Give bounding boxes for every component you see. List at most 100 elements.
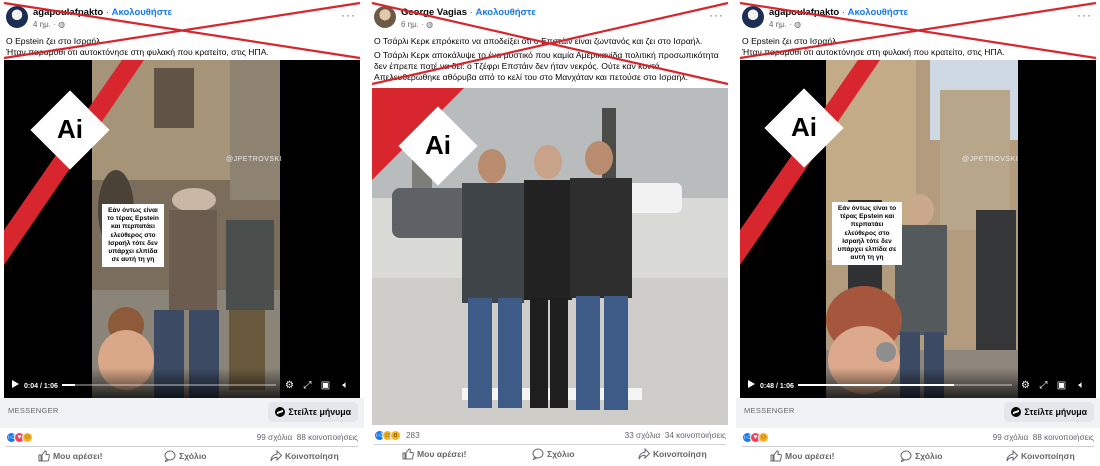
settings-icon[interactable]: ⚙ xyxy=(1020,380,1031,391)
volume-icon[interactable]: 🔈︎ xyxy=(340,380,351,391)
share-icon xyxy=(1006,450,1018,462)
like-label: Μου αρέσει! xyxy=(53,451,103,461)
follow-link[interactable]: Ακολουθήστε xyxy=(475,7,535,18)
fullscreen-icon[interactable]: ⤢ xyxy=(1038,380,1049,391)
author-line: agapoulafpakto · Ακολουθήστε xyxy=(33,7,172,18)
haha-reaction-icon[interactable]: ☺ xyxy=(758,432,769,443)
progress-bar[interactable] xyxy=(798,384,1012,386)
play-icon[interactable] xyxy=(12,380,19,388)
messenger-label: MESSENGER xyxy=(8,406,59,415)
caption-line: Ο Epstein ζει στο Ισραήλ. xyxy=(742,36,839,46)
haha-reaction-icon[interactable]: ☺ xyxy=(22,432,33,443)
like-button[interactable]: Μου αρέσει! xyxy=(770,448,834,464)
share-button[interactable]: Κοινοποίηση xyxy=(270,448,339,464)
watermark: @JPETROVSKI xyxy=(226,156,283,163)
reactions-bar: 👍︎ ♥ ☺ 99 σχόλια 88 κοινοποιήσεις xyxy=(0,430,364,446)
comment-icon xyxy=(532,448,544,460)
progress-bar[interactable] xyxy=(62,384,276,386)
caption-line: Ο Τσάρλι Κερκ επρόκειτο να αποδείξει ότι… xyxy=(374,36,703,46)
pip-icon[interactable]: ▣ xyxy=(1056,380,1067,391)
share-count[interactable]: 34 κοινοποιήσεις xyxy=(665,431,726,440)
share-button[interactable]: Κοινοποίηση xyxy=(1006,448,1075,464)
reactions-bar: 👍︎ ♥ ☺ 99 σχόλια 88 κοινοποιήσεις xyxy=(736,430,1100,446)
separator-dot: · xyxy=(105,7,110,18)
globe-icon: ◍ xyxy=(794,20,802,29)
share-icon xyxy=(638,448,650,460)
post-stats[interactable]: 33 σχόλια 34 κοινοποιήσεις xyxy=(625,431,726,440)
post-actions: Μου αρέσει! Σχόλιο Κοινοποίηση xyxy=(368,444,732,464)
video-player[interactable]: Ai @JPETROVSKI Εάν όντως είναι το τέρας … xyxy=(740,60,1096,398)
messenger-row: MESSENGER Στείλτε μήνυμα xyxy=(736,398,1100,428)
author-name[interactable]: agapoulafpakto xyxy=(33,7,103,18)
author-line: agapoulafpakto · Ακολουθήστε xyxy=(769,7,908,18)
send-message-label: Στείλτε μήνυμα xyxy=(1024,407,1087,417)
like-button[interactable]: Μου αρέσει! xyxy=(402,446,466,462)
play-icon[interactable] xyxy=(748,380,755,388)
reaction-count[interactable]: 283 xyxy=(406,431,420,440)
post-time[interactable]: 4 ημ. · ◍ xyxy=(33,20,65,29)
post-stats[interactable]: 99 σχόλια 88 κοινοποιήσεις xyxy=(993,433,1094,442)
caption-line: Ήταν παραμύθι ότι αυτοκτόνησε στη φυλακή… xyxy=(742,47,1005,57)
avatar[interactable] xyxy=(6,6,28,28)
author-line: George Vagias · Ακολουθήστε xyxy=(401,7,536,18)
follow-link[interactable]: Ακολουθήστε xyxy=(112,7,172,18)
globe-icon: ◍ xyxy=(426,20,434,29)
like-label: Μου αρέσει! xyxy=(417,449,467,459)
post-caption: Ο Epstein ζει στο Ισραήλ. Ήταν παραμύθι … xyxy=(742,36,1094,58)
messenger-label: MESSENGER xyxy=(744,406,795,415)
comment-count[interactable]: 99 σχόλια xyxy=(993,433,1029,442)
progress-fill xyxy=(62,384,75,386)
ai-badge-label: Ai xyxy=(425,130,451,160)
send-message-button[interactable]: Στείλτε μήνυμα xyxy=(1004,402,1094,422)
share-count[interactable]: 88 κοινοποιήσεις xyxy=(1033,433,1094,442)
like-label: Μου αρέσει! xyxy=(785,451,835,461)
follow-link[interactable]: Ακολουθήστε xyxy=(848,7,908,18)
caption-line: Ήταν παραμύθι ότι αυτοκτόνησε στη φυλακή… xyxy=(6,47,269,57)
share-count[interactable]: 88 κοινοποιήσεις xyxy=(297,433,358,442)
author-name[interactable]: George Vagias xyxy=(401,7,467,18)
video-player[interactable]: Ai xyxy=(372,88,728,425)
post-stats[interactable]: 99 σχόλια 88 κοινοποιήσεις xyxy=(257,433,358,442)
post-actions: Μου αρέσει! Σχόλιο Κοινοποίηση xyxy=(736,446,1100,466)
separator-dot: · xyxy=(841,7,846,18)
more-options-icon[interactable]: ··· xyxy=(1077,8,1092,22)
author-name[interactable]: agapoulafpakto xyxy=(769,7,839,18)
wow-reaction-icon[interactable]: o xyxy=(390,430,401,441)
avatar[interactable] xyxy=(742,6,764,28)
pip-icon[interactable]: ▣ xyxy=(320,380,331,391)
video-controls: 0:04 / 1:06 ⚙ ⤢ ▣ 🔈︎ xyxy=(4,368,360,398)
facebook-post-1: agapoulafpakto · Ακολουθήστε 4 ημ. · ◍ ·… xyxy=(0,0,364,466)
post-caption: Ο Epstein ζει στο Ισραήλ. Ήταν παραμύθι … xyxy=(6,36,358,58)
share-label: Κοινοποίηση xyxy=(1021,451,1075,461)
video-controls: 0:48 / 1:06 ⚙ ⤢ ▣ 🔈︎ xyxy=(740,368,1096,398)
post-time[interactable]: 4 ημ. · ◍ xyxy=(769,20,801,29)
share-button[interactable]: Κοινοποίηση xyxy=(638,446,707,462)
comment-icon xyxy=(900,450,912,462)
comment-count[interactable]: 99 σχόλια xyxy=(257,433,293,442)
more-options-icon[interactable]: ··· xyxy=(341,8,356,22)
comment-button[interactable]: Σχόλιο xyxy=(900,448,942,464)
post-header: George Vagias · Ακολουθήστε 6 ημ. · ◍ ··… xyxy=(368,0,732,34)
comment-count[interactable]: 33 σχόλια xyxy=(625,431,661,440)
caption-line: Ο Τσάρλι Κερκ αποκάλυψε το ένα μυστικό π… xyxy=(374,50,719,82)
comment-label: Σχόλιο xyxy=(179,451,207,461)
video-player[interactable]: Ai @JPETROVSKI Εάν όντως είναι το τέρας … xyxy=(4,60,360,398)
post-time[interactable]: 6 ημ. · ◍ xyxy=(401,20,433,29)
comment-button[interactable]: Σχόλιο xyxy=(532,446,574,462)
video-text-overlay: Εάν όντως είναι το τέρας Epstein και περ… xyxy=(102,204,164,268)
more-options-icon[interactable]: ··· xyxy=(709,8,724,22)
share-label: Κοινοποίηση xyxy=(285,451,339,461)
comment-icon xyxy=(164,450,176,462)
fullscreen-icon[interactable]: ⤢ xyxy=(302,380,313,391)
send-message-label: Στείλτε μήνυμα xyxy=(288,407,351,417)
share-icon xyxy=(270,450,282,462)
thumbs-up-icon xyxy=(402,448,414,460)
comment-button[interactable]: Σχόλιο xyxy=(164,448,206,464)
settings-icon[interactable]: ⚙ xyxy=(284,380,295,391)
send-message-button[interactable]: Στείλτε μήνυμα xyxy=(268,402,358,422)
messenger-icon xyxy=(275,407,286,417)
avatar[interactable] xyxy=(374,6,396,28)
volume-icon[interactable]: 🔈︎ xyxy=(1076,380,1087,391)
reactions-bar: 👍︎ ☺ o 283 33 σχόλια 34 κοινοποιήσεις xyxy=(368,428,732,444)
like-button[interactable]: Μου αρέσει! xyxy=(38,448,102,464)
